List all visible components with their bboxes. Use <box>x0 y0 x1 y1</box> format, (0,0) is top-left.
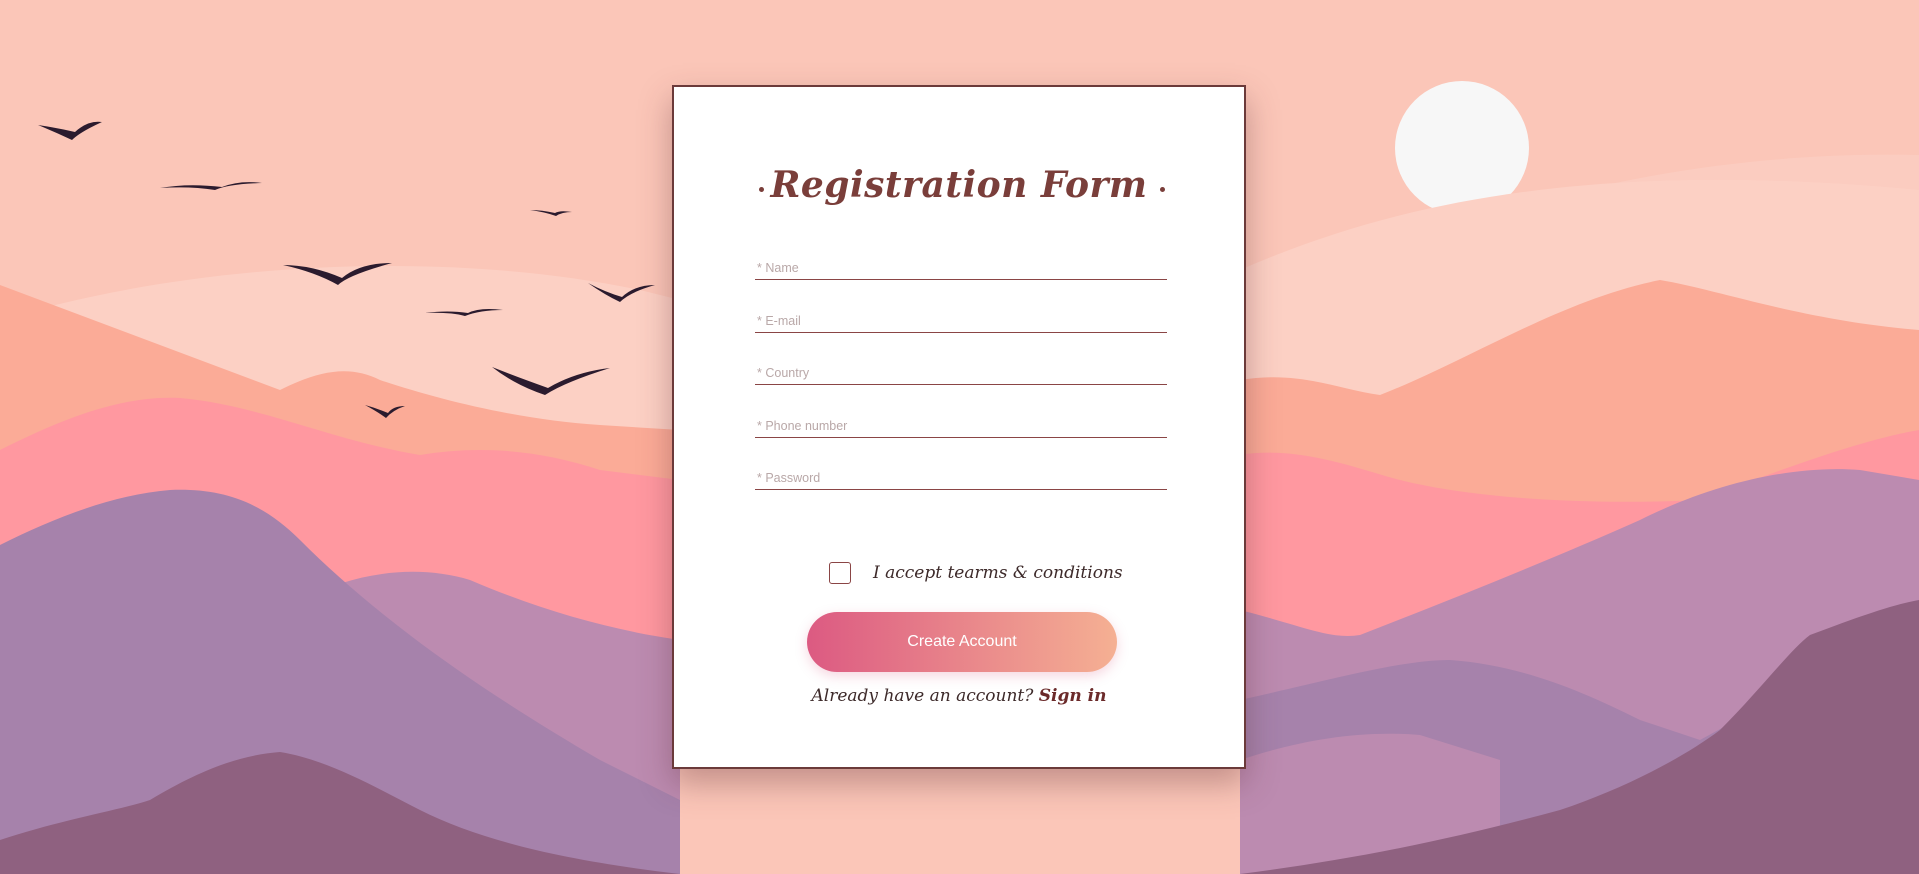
phone-field[interactable] <box>755 414 1167 438</box>
form-title-row: Registration Form <box>674 157 1244 213</box>
signin-link[interactable]: Sign in <box>1039 686 1107 706</box>
terms-row: I accept tearms & conditions <box>674 558 1244 588</box>
form-title: Registration Form <box>770 164 1148 206</box>
background-scene: Registration Form I accept tearms & cond… <box>0 0 1919 874</box>
signin-row: Already have an account? Sign in <box>674 684 1244 708</box>
name-field[interactable] <box>755 256 1167 280</box>
signin-prompt: Already have an account? <box>811 686 1034 706</box>
terms-label: I accept tearms & conditions <box>873 563 1123 583</box>
email-field[interactable] <box>755 309 1167 333</box>
terms-checkbox[interactable] <box>829 562 851 584</box>
registration-card: Registration Form I accept tearms & cond… <box>672 85 1246 769</box>
country-field[interactable] <box>755 361 1167 385</box>
create-account-button[interactable]: Create Account <box>807 612 1117 672</box>
password-field[interactable] <box>755 466 1167 490</box>
